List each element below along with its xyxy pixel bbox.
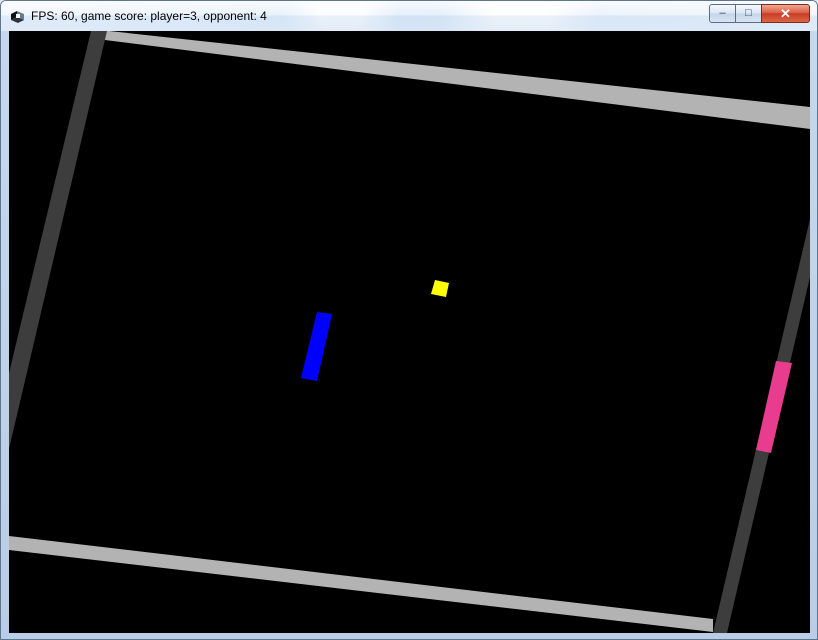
close-button[interactable]: ✕ bbox=[761, 4, 810, 23]
maximize-button[interactable]: □ bbox=[735, 4, 762, 23]
close-icon: ✕ bbox=[780, 6, 791, 21]
window-caption-buttons: – □ ✕ bbox=[709, 4, 811, 23]
minimize-icon: – bbox=[719, 7, 726, 19]
game-window: FPS: 60, game score: player=3, opponent:… bbox=[0, 0, 818, 640]
window-title: FPS: 60, game score: player=3, opponent:… bbox=[31, 9, 267, 23]
game-app-icon bbox=[11, 11, 24, 23]
game-background bbox=[9, 31, 810, 633]
game-canvas[interactable] bbox=[9, 31, 810, 633]
maximize-icon: □ bbox=[745, 7, 752, 19]
pong-playfield bbox=[9, 31, 810, 633]
title-bar[interactable]: FPS: 60, game score: player=3, opponent:… bbox=[1, 1, 817, 31]
minimize-button[interactable]: – bbox=[709, 4, 736, 23]
